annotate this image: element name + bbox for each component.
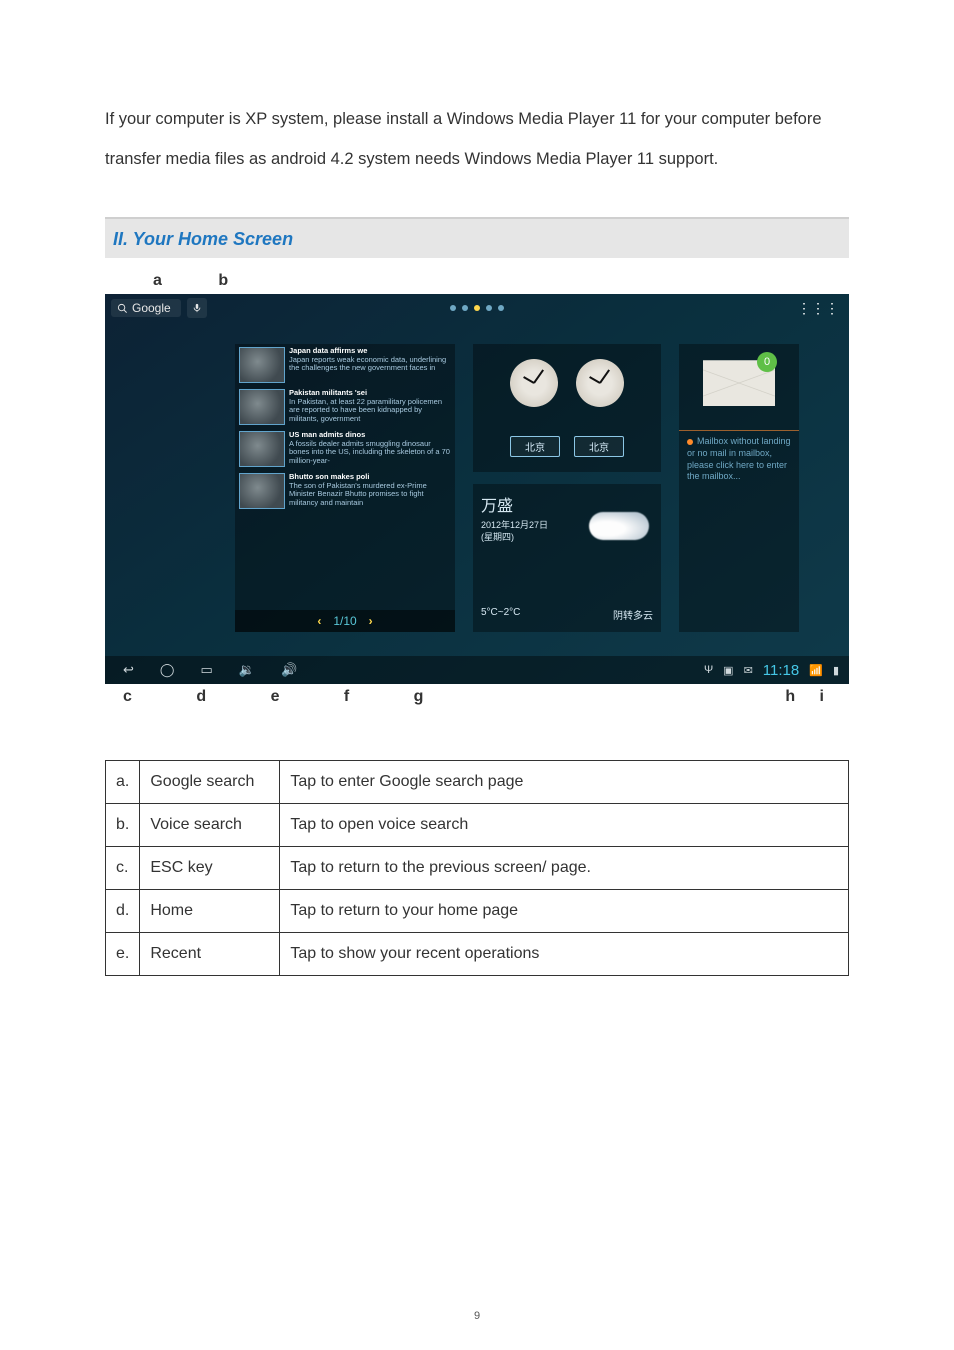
city-buttons-row: 北京 北京 — [510, 436, 624, 457]
section-title: II. Your Home Screen — [113, 229, 293, 249]
page-dot-active — [474, 305, 480, 311]
legend-key: b. — [106, 804, 140, 847]
screenshot-icon: ▣ — [723, 664, 733, 677]
legend-key: a. — [106, 761, 140, 804]
legend-name: Recent — [140, 933, 280, 976]
weather-bottom-row: 5°C~2°C 阴转多云 — [481, 607, 653, 622]
status-dot-icon — [687, 439, 693, 445]
intro-paragraph: If your computer is XP system, please in… — [105, 100, 849, 217]
news-thumbnail — [239, 431, 285, 467]
volume-down-button[interactable]: 🔉 — [239, 662, 255, 678]
clock-faces-row — [510, 359, 624, 407]
search-icon — [117, 303, 128, 314]
page-dot — [462, 305, 468, 311]
legend-key: e. — [106, 933, 140, 976]
clock-time: 11:18 — [763, 662, 799, 679]
news-body: In Pakistan, at least 22 paramilitary po… — [289, 397, 442, 423]
wifi-icon: 📶 — [809, 664, 823, 677]
news-item[interactable]: Japan data affirms weJapan reports weak … — [235, 344, 455, 386]
system-bar: ↩ ◯ ▭ 🔉 🔊 Ψ ▣ ✉ 11:18 📶 ▮ — [105, 656, 849, 684]
news-next-button[interactable]: › — [369, 614, 373, 628]
news-pager-count: 1/10 — [333, 614, 356, 628]
apps-drawer-button[interactable]: ⋮⋮⋮ — [797, 300, 839, 317]
legend-name: Google search — [140, 761, 280, 804]
home-screen-screenshot: Google ⋮⋮⋮ Japan data affirms weJapan re… — [105, 294, 849, 684]
clock-face — [510, 359, 558, 407]
news-thumbnail — [239, 347, 285, 383]
city-button[interactable]: 北京 — [510, 436, 560, 457]
clock-face — [576, 359, 624, 407]
mail-separator — [679, 430, 799, 431]
label-b: b — [218, 272, 228, 290]
table-row: c. ESC key Tap to return to the previous… — [106, 847, 849, 890]
battery-icon: ▮ — [833, 664, 839, 677]
page-dot — [486, 305, 492, 311]
world-clock-widget[interactable]: 北京 北京 — [473, 344, 661, 472]
table-row: d. Home Tap to return to your home page — [106, 890, 849, 933]
apps-icon: ⋮⋮⋮ — [797, 300, 839, 316]
home-button[interactable]: ◯ — [160, 662, 175, 678]
page-indicator — [450, 305, 504, 311]
news-item[interactable]: Pakistan militants 'seiIn Pakistan, at l… — [235, 386, 455, 428]
label-a: a — [153, 272, 162, 290]
mail-widget[interactable]: 0 Mailbox without landing or no mail in … — [679, 344, 799, 632]
notification-icon: ✉ — [744, 664, 753, 677]
weather-temp: 5°C~2°C — [481, 607, 520, 622]
bottom-right-annotation-labels: h i — [785, 688, 834, 706]
page-dot — [498, 305, 504, 311]
legend-desc: Tap to return to your home page — [280, 890, 849, 933]
top-annotation-labels: a b — [105, 268, 849, 294]
legend-key: d. — [106, 890, 140, 933]
google-search-label: Google — [132, 301, 171, 315]
legend-name: Home — [140, 890, 280, 933]
mic-icon — [192, 302, 202, 314]
news-pager: ‹ 1/10 › — [235, 610, 455, 632]
bottom-annotation-labels: c d e f g — [105, 684, 849, 706]
volume-up-button[interactable]: 🔊 — [281, 662, 297, 678]
screenshot-topbar: Google ⋮⋮⋮ — [105, 294, 849, 322]
middle-widget-column: 北京 北京 万盛 2012年12月27日(星期四) 5°C~2°C 阴转多云 — [473, 344, 661, 632]
city-button[interactable]: 北京 — [574, 436, 624, 457]
mail-status-message: Mailbox without landing or no mail in ma… — [687, 436, 791, 483]
legend-name: ESC key — [140, 847, 280, 890]
legend-desc: Tap to return to the previous screen/ pa… — [280, 847, 849, 890]
news-text: Japan data affirms weJapan reports weak … — [289, 347, 451, 383]
news-widget[interactable]: Japan data affirms weJapan reports weak … — [235, 344, 455, 632]
news-body: The son of Pakistan's murdered ex-Prime … — [289, 481, 427, 507]
page-number: 9 — [474, 1310, 480, 1322]
legend-desc: Tap to open voice search — [280, 804, 849, 847]
back-button[interactable]: ↩ — [123, 662, 134, 678]
widgets-row: Japan data affirms weJapan reports weak … — [235, 344, 799, 632]
news-thumbnail — [239, 473, 285, 509]
legend-desc: Tap to enter Google search page — [280, 761, 849, 804]
status-tray[interactable]: Ψ ▣ ✉ 11:18 📶 ▮ — [704, 662, 839, 679]
legend-name: Voice search — [140, 804, 280, 847]
table-row: b. Voice search Tap to open voice search — [106, 804, 849, 847]
table-row: a. Google search Tap to enter Google sea… — [106, 761, 849, 804]
news-item[interactable]: Bhutto son makes poliThe son of Pakistan… — [235, 470, 455, 512]
voice-search-button[interactable] — [187, 298, 207, 318]
recent-apps-button[interactable]: ▭ — [200, 662, 212, 678]
nav-buttons: ↩ ◯ ▭ 🔉 🔊 — [123, 662, 297, 678]
news-thumbnail — [239, 389, 285, 425]
page-dot — [450, 305, 456, 311]
table-row: e. Recent Tap to show your recent operat… — [106, 933, 849, 976]
news-body: A fossils dealer admits smuggling dinosa… — [289, 439, 450, 465]
news-text: Pakistan militants 'seiIn Pakistan, at l… — [289, 389, 451, 425]
weather-condition: 阴转多云 — [613, 607, 653, 622]
news-prev-button[interactable]: ‹ — [317, 614, 321, 628]
weather-cloud-icon — [589, 512, 649, 540]
usb-icon: Ψ — [704, 664, 713, 676]
news-body: Japan reports weak economic data, underl… — [289, 355, 446, 373]
section-header: II. Your Home Screen — [105, 217, 849, 258]
weather-widget[interactable]: 万盛 2012年12月27日(星期四) 5°C~2°C 阴转多云 — [473, 484, 661, 632]
legend-desc: Tap to show your recent operations — [280, 933, 849, 976]
legend-key: c. — [106, 847, 140, 890]
news-item[interactable]: US man admits dinosA fossils dealer admi… — [235, 428, 455, 470]
news-text: US man admits dinosA fossils dealer admi… — [289, 431, 451, 467]
legend-table: a. Google search Tap to enter Google sea… — [105, 760, 849, 976]
google-search-pill[interactable]: Google — [111, 299, 181, 317]
news-text: Bhutto son makes poliThe son of Pakistan… — [289, 473, 451, 509]
